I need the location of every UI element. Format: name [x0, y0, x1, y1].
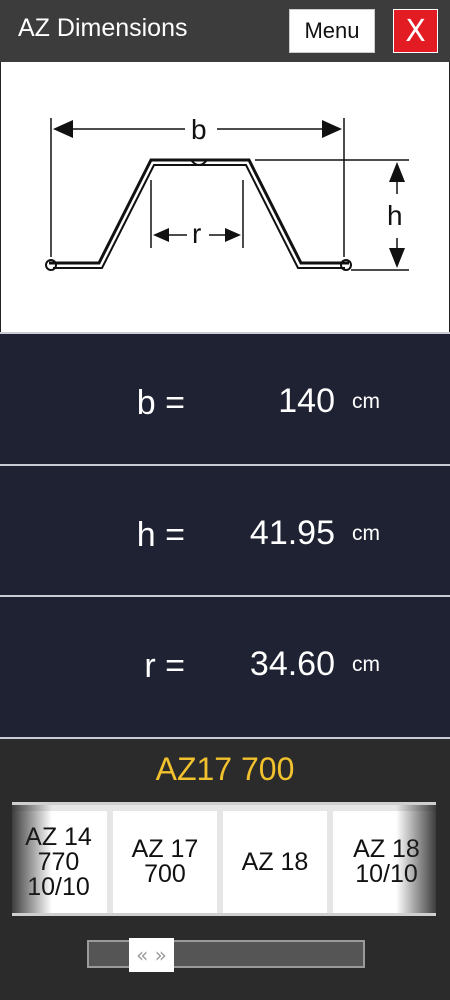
profile-item-az17-700[interactable]: AZ 17 700 [113, 811, 217, 913]
dimension-unit: cm [352, 522, 380, 545]
dimension-value: 140 [278, 382, 335, 420]
app-title: AZ Dimensions [18, 14, 188, 42]
profile-item-az18-10-10[interactable]: AZ 18 10/10 [333, 811, 436, 913]
dimension-values: b = 140 cm h = 41.95 cm r = 34.60 cm [0, 332, 450, 737]
dimension-unit: cm [352, 390, 380, 413]
title-bar: AZ Dimensions Menu X [0, 0, 450, 62]
dimension-label: h = [136, 516, 185, 554]
profile-item-az14-770-10-10[interactable]: AZ 14 770 10/10 [12, 811, 107, 913]
dimension-label: b = [136, 384, 185, 422]
selected-profile-name: AZ17 700 [155, 751, 295, 787]
profile-diagram: b r h [0, 62, 450, 332]
dimension-value: 41.95 [249, 514, 335, 552]
dimension-row-b: b = 140 cm [0, 332, 450, 463]
dimension-row-r: r = 34.60 cm [0, 595, 450, 726]
dimension-row-h: h = 41.95 cm [0, 464, 450, 595]
close-button[interactable]: X [393, 9, 438, 53]
dimension-unit: cm [352, 653, 380, 676]
sheet-pile-profile-drawing [45, 118, 409, 271]
scroll-thumb[interactable]: « » [129, 938, 174, 972]
picker-scrollbar[interactable]: « » [87, 938, 365, 972]
profile-item-az18[interactable]: AZ 18 [223, 811, 327, 913]
dimension-value: 34.60 [249, 645, 335, 683]
menu-button[interactable]: Menu [289, 9, 375, 53]
profile-picker[interactable]: AZ 14 770 10/10 AZ 17 700 AZ 18 AZ 18 10… [12, 802, 436, 916]
profile-selector-panel: AZ17 700 AZ 14 770 10/10 AZ 17 700 AZ 18… [0, 737, 450, 1000]
dimension-label: r = [144, 647, 185, 685]
diagram-label-b: b [191, 114, 207, 145]
diagram-label-h: h [387, 200, 403, 231]
diagram-label-r: r [192, 218, 202, 249]
